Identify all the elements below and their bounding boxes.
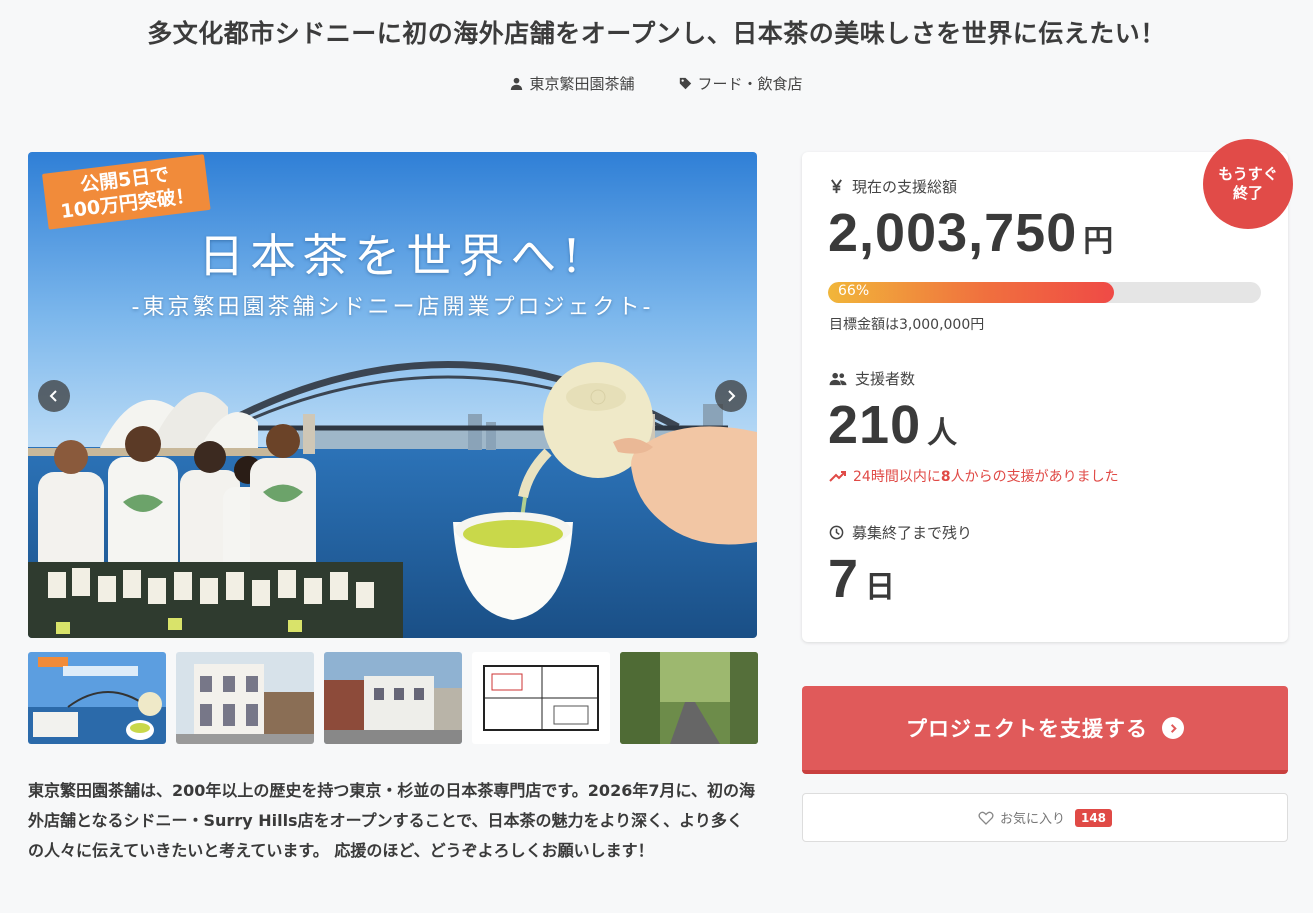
recent-prefix: 24時間以内に [853,469,941,485]
thumbnail-2[interactable] [176,652,314,744]
remaining-days: 7日 [828,548,895,610]
progress-percent: 66% [838,283,870,299]
project-meta: 東京繁田園茶舗 フード・飲食店 [0,73,1313,94]
total-amount-unit: 円 [1083,225,1114,258]
backers-label: 支援者数 [829,368,915,389]
hero-title: 日本茶を世界へ! [198,229,587,283]
remaining-days-value: 7 [828,549,860,609]
total-amount-value: 2,003,750 [828,203,1078,263]
total-label-text: 現在の支援総額 [852,178,958,196]
funding-stats-card: 現在の支援総額 2,003,750 円 66% 目標金額は3,000,000円 支… [802,152,1288,642]
thumbnail-5[interactable] [620,652,758,744]
project-title: 多文化都市シドニーに初の海外店舗をオープンし、日本茶の美味しさを世界に伝えたい！ [147,19,1166,48]
user-icon [511,77,523,90]
carousel-next-button[interactable] [715,380,747,412]
project-description: 東京繁田園茶舗は、200年以上の歴史を持つ東京・杉並の日本茶専門店です。2026… [28,781,755,860]
users-icon [829,372,847,386]
clock-icon [829,525,844,540]
category-name: フード・飲食店 [697,75,803,93]
thumbnail-3[interactable] [324,652,462,744]
thumbnail-4[interactable] [472,652,610,744]
remaining-label-text: 募集終了まで残り [852,524,973,542]
yen-icon [831,179,842,194]
hero-image: 公開5日で 100万円突破！ 日本茶を世界へ! -東京繁田園茶舗シドニー店開業プ… [28,152,757,638]
chevron-left-icon [49,390,57,402]
tag-icon [679,77,691,90]
thumbnail-strip [28,652,758,744]
carousel-prev-button[interactable] [38,380,70,412]
chevron-circle-right-icon [1162,717,1184,739]
funding-progress-fill [828,282,1114,303]
thumbnail-1[interactable] [28,652,166,744]
remaining-days-unit: 日 [865,571,896,604]
recent-backers-notice: 24時間以内に8人からの支援がありました [829,466,1119,486]
backers-count-unit: 人 [927,417,958,450]
recent-count: 8 [940,469,951,485]
backers-label-text: 支援者数 [855,370,916,388]
total-label: 現在の支援総額 [829,176,957,197]
support-button-label: プロジェクトを支援する [906,717,1148,741]
category-link[interactable]: フード・飲食店 [679,73,803,94]
remaining-label: 募集終了まで残り [829,522,972,543]
total-amount: 2,003,750 円 [828,202,1113,264]
recent-suffix: 人からの支援がありました [950,469,1119,485]
favorite-label: お気に入り [999,812,1065,827]
backers-count-value: 210 [828,395,922,455]
chevron-right-icon [728,390,736,402]
funding-progress-bar: 66% [828,282,1261,303]
trend-up-icon [829,471,846,482]
ending-soon-badge: もうすぐ 終了 [1203,139,1293,229]
ending-soon-line1: もうすぐ [1218,165,1278,183]
backers-count: 210 人 [828,394,957,456]
favorite-count: 148 [1074,808,1113,827]
hero-subtitle: -東京繁田園茶舗シドニー店開業プロジェクト- [131,295,654,320]
owner-link[interactable]: 東京繁田園茶舗 [510,73,635,94]
ending-soon-line2: 終了 [1232,184,1263,202]
support-project-button[interactable]: プロジェクトを支援する [802,686,1288,774]
favorite-button[interactable]: お気に入り 148 [802,793,1288,842]
goal-amount: 目標金額は3,000,000円 [829,317,985,333]
heart-icon [978,811,994,825]
owner-name: 東京繁田園茶舗 [529,75,635,93]
